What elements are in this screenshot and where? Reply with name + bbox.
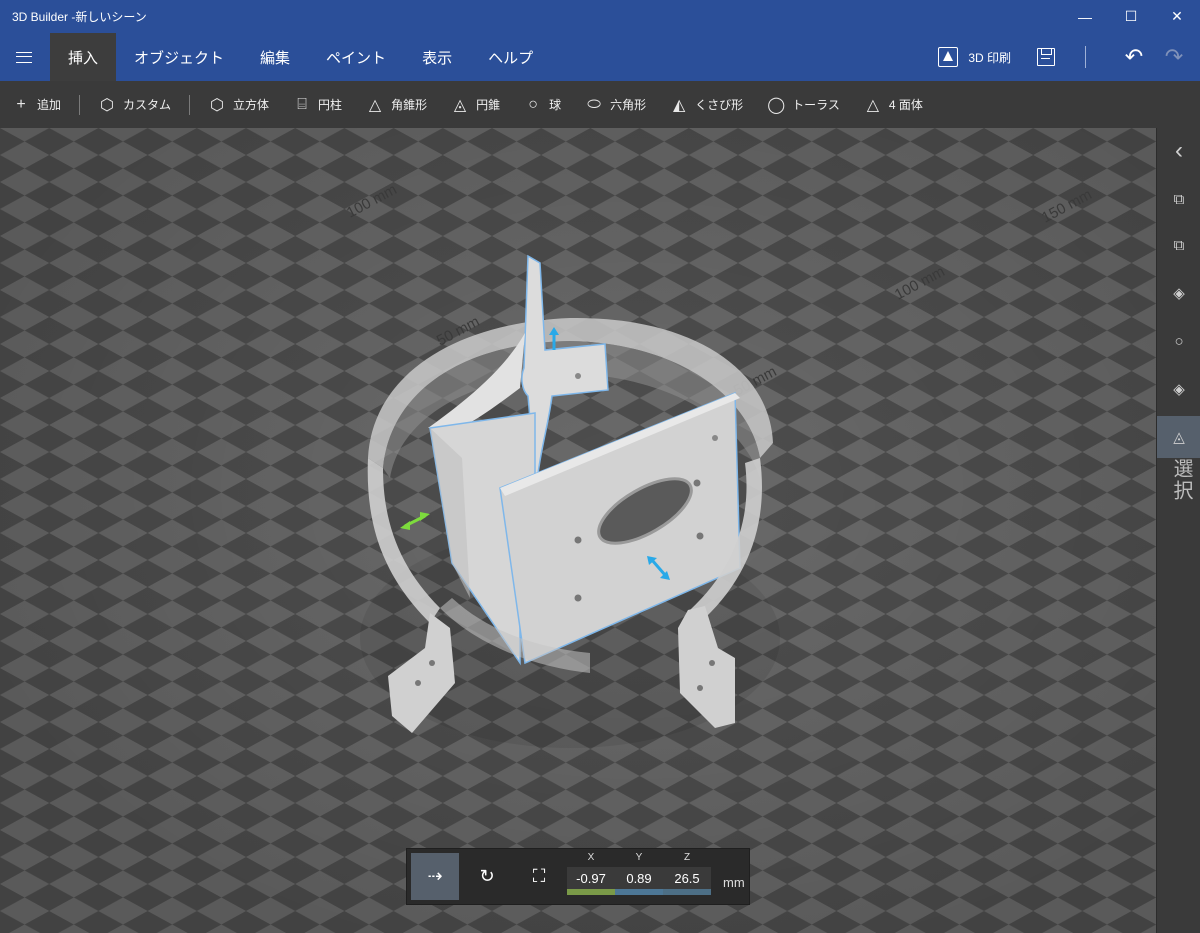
sphere-label: 球 (549, 98, 562, 112)
plus-icon: + (16, 95, 26, 113)
cube-label: 立方体 (233, 98, 270, 112)
window-title: 3D Builder -新しいシーン (12, 10, 147, 24)
select-object-icon[interactable]: ⧉ (1157, 180, 1200, 218)
print-3d-label: 3D 印刷 (968, 50, 1011, 65)
coord-z-input[interactable]: 26.5 (663, 867, 711, 895)
print-3d-button[interactable]: 3D 印刷 (938, 47, 1011, 67)
select-body-icon[interactable]: ⧉ (1157, 226, 1200, 264)
hexagon-label: 六角形 (610, 98, 647, 112)
tab-edit[interactable]: 編集 (242, 33, 308, 81)
select-mesh-icon[interactable]: ◬ (1157, 416, 1200, 458)
scale-tool-icon[interactable]: ⛶ (515, 853, 563, 900)
select-vertex-icon[interactable]: ◈ (1157, 274, 1200, 312)
torus-button[interactable]: ◯ トーラス (755, 95, 852, 115)
coord-y-input[interactable]: 0.89 (615, 867, 663, 895)
pyramid-icon: △ (368, 96, 382, 114)
cylinder-icon: ⌸ (297, 95, 307, 113)
pyramid-label: 角錐形 (391, 98, 428, 112)
pyramid-button[interactable]: △ 角錐形 (354, 95, 439, 115)
redo-icon[interactable]: ↷ (1154, 44, 1194, 70)
custom-label: カスタム (123, 98, 172, 112)
scene-canvas[interactable]: 100 mm 150 mm 100 mm 50 mm 50 mm (0, 128, 1156, 933)
tab-insert[interactable]: 挿入 (50, 33, 117, 81)
wedge-button[interactable]: ◭ くさび形 (658, 95, 755, 115)
minimize-button[interactable]: — (1062, 0, 1108, 33)
selection-side-panel: ‹ ⧉ ⧉ ◈ ○ ◈ ◬ 選択 (1156, 128, 1200, 933)
coord-x: X -0.97 (567, 849, 615, 904)
coord-z-label: Z (683, 852, 691, 863)
hamburger-icon (16, 51, 32, 63)
collapse-panel-icon[interactable]: ‹ (1157, 132, 1200, 170)
cube-icon: ⬡ (210, 96, 225, 114)
cylinder-button[interactable]: ⌸ 円柱 (281, 96, 354, 114)
move-tool-icon[interactable]: ⇢ (411, 853, 459, 900)
rotate-tool-icon[interactable]: ↻ (463, 853, 511, 900)
selection-mode-label: 選択 (1170, 458, 1192, 502)
menu-divider (1085, 46, 1086, 68)
cube-button[interactable]: ⬡ 立方体 (196, 95, 281, 115)
wedge-label: くさび形 (695, 98, 744, 112)
tab-paint[interactable]: ペイント (308, 33, 404, 81)
cone-icon: ◬ (453, 96, 467, 114)
torus-icon: ◯ (767, 96, 786, 114)
unit-label[interactable]: mm (711, 849, 745, 904)
add-button[interactable]: + 追加 (0, 96, 73, 114)
tetrahedron-icon: △ (866, 96, 880, 114)
select-face-icon[interactable]: ◈ (1157, 370, 1200, 408)
cone-label: 円錐 (476, 98, 501, 112)
hamburger-menu-button[interactable] (0, 33, 48, 81)
close-button[interactable]: ✕ (1154, 0, 1200, 33)
coord-z: Z 26.5 (663, 849, 711, 904)
coord-x-label: X (587, 852, 595, 863)
save-icon[interactable] (1037, 48, 1055, 66)
tab-help[interactable]: ヘルプ (470, 33, 551, 81)
select-edge-icon[interactable]: ○ (1157, 322, 1200, 360)
sphere-icon: ○ (528, 95, 538, 113)
coord-y-label: Y (635, 852, 643, 863)
transform-panel: ⇢ ↻ ⛶ X -0.97 Y 0.89 Z 26.5 mm (406, 848, 750, 905)
tab-view[interactable]: 表示 (404, 33, 470, 81)
add-label: 追加 (37, 98, 62, 112)
title-bar: 3D Builder -新しいシーン — ☐ ✕ (0, 0, 1200, 33)
cylinder-label: 円柱 (318, 98, 343, 112)
custom-shapes-icon: ⬡ (100, 96, 114, 114)
sphere-button[interactable]: ○ 球 (512, 96, 573, 114)
menu-bar: 挿入 オブジェクト 編集 ペイント 表示 ヘルプ 3D 印刷 ↶ ↷ (0, 33, 1200, 81)
3d-viewport[interactable]: 100 mm 150 mm 100 mm 50 mm 50 mm (0, 128, 1156, 933)
hexagon-button[interactable]: ⬭ 六角形 (573, 96, 658, 114)
toolbar-divider (189, 94, 191, 115)
undo-icon[interactable]: ↶ (1114, 44, 1154, 70)
tetrahedron-button[interactable]: △ 4 面体 (852, 95, 935, 115)
hexagon-icon: ⬭ (587, 95, 601, 113)
print-3d-icon (938, 47, 959, 67)
toolbar-divider (79, 94, 81, 115)
torus-label: トーラス (792, 98, 840, 112)
wedge-icon: ◭ (672, 96, 686, 114)
cone-button[interactable]: ◬ 円錐 (439, 95, 512, 115)
coord-x-input[interactable]: -0.97 (567, 867, 615, 895)
tetrahedron-label: 4 面体 (888, 98, 923, 112)
maximize-button[interactable]: ☐ (1108, 0, 1154, 33)
coord-y: Y 0.89 (615, 849, 663, 904)
custom-button[interactable]: ⬡ カスタム (86, 95, 183, 115)
insert-toolbar: + 追加 ⬡ カスタム ⬡ 立方体 ⌸ 円柱 △ 角錐形 ◬ 円錐 ○ 球 ⬭ … (0, 81, 1200, 128)
tab-object[interactable]: オブジェクト (116, 33, 242, 81)
